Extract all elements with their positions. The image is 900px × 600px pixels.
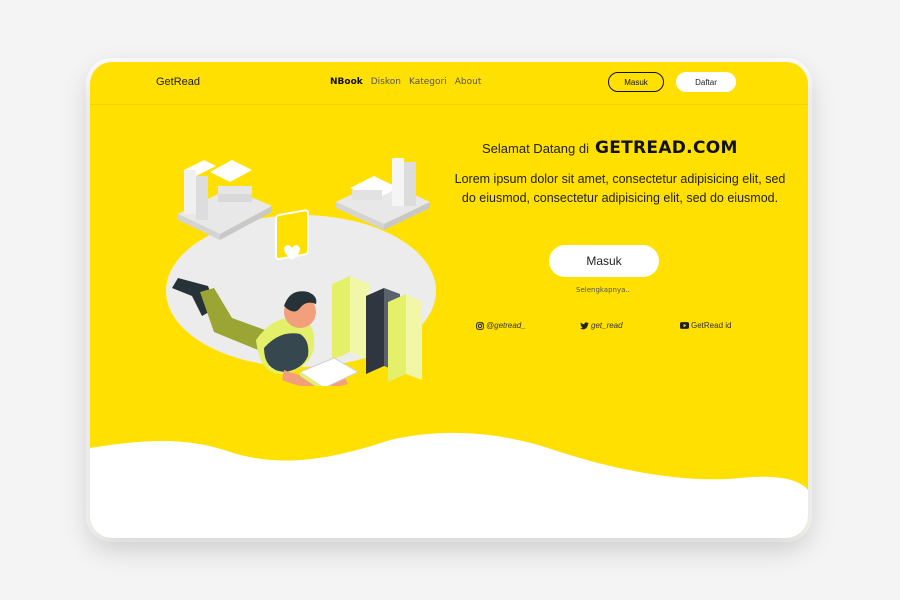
hero-description: Lorem ipsum dolor sit amet, consectetur … bbox=[454, 172, 786, 205]
youtube-icon bbox=[680, 322, 689, 329]
brand-logo[interactable]: GetRead bbox=[156, 76, 200, 88]
nav-item-kategori[interactable]: Kategori bbox=[409, 77, 447, 87]
read-more-link[interactable]: Selengkapnya.. bbox=[576, 286, 630, 294]
twitter-link[interactable]: get_read bbox=[580, 321, 623, 330]
youtube-link[interactable]: GetRead id bbox=[680, 321, 731, 330]
browser-frame: GetRead NBook Diskon Kategori About Masu… bbox=[90, 62, 808, 538]
instagram-icon bbox=[476, 321, 484, 330]
welcome-heading: Selamat Datang di GETREAD.COM bbox=[482, 138, 738, 158]
nav-menu: NBook Diskon Kategori About bbox=[330, 77, 481, 87]
twitter-handle: get_read bbox=[591, 321, 623, 330]
login-button[interactable]: Masuk bbox=[608, 72, 664, 92]
nav-item-diskon[interactable]: Diskon bbox=[371, 77, 401, 87]
bottom-wave-decoration bbox=[90, 432, 808, 538]
twitter-icon bbox=[580, 321, 589, 329]
heart-bubble-icon bbox=[275, 209, 309, 261]
welcome-text: Selamat Datang di bbox=[482, 141, 589, 156]
right-shelf-icon bbox=[336, 158, 430, 230]
nav-item-nbook[interactable]: NBook bbox=[330, 77, 363, 87]
cta-login-button[interactable]: Masuk bbox=[549, 245, 659, 277]
nav-item-about[interactable]: About bbox=[455, 77, 482, 87]
youtube-channel: GetRead id bbox=[691, 321, 732, 330]
reading-illustration bbox=[166, 158, 436, 386]
instagram-link[interactable]: @getread_ bbox=[476, 321, 526, 330]
site-name-logo: GETREAD.COM bbox=[594, 138, 738, 158]
instagram-handle: @getread_ bbox=[486, 321, 526, 330]
top-navbar: GetRead NBook Diskon Kategori About Masu… bbox=[90, 62, 808, 105]
register-button[interactable]: Daftar bbox=[676, 72, 736, 92]
